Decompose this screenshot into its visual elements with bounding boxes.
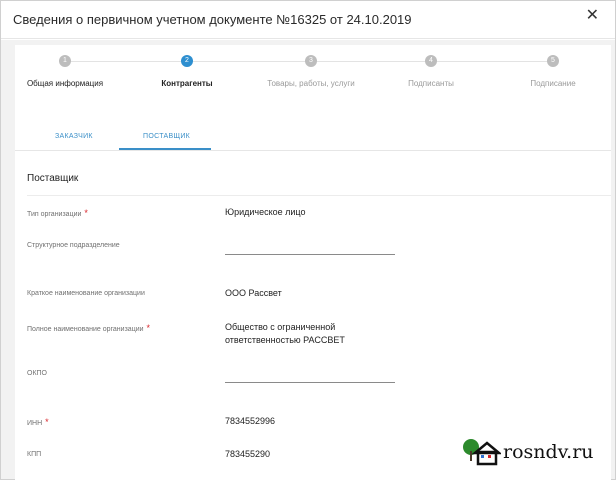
tab-supplier[interactable]: ПОСТАВЩИК: [143, 133, 190, 140]
division-label: Структурное подразделение: [27, 242, 120, 249]
required-mark: *: [84, 208, 88, 218]
full-name-value[interactable]: Общество с ограниченной ответственностью…: [225, 321, 375, 347]
kpp-label: КПП: [27, 451, 42, 458]
wizard-stepper: 1 Общая информация 2 Контрагенты 3 Товар…: [15, 45, 611, 123]
okpo-label: ОКПО: [27, 370, 47, 377]
inn-value[interactable]: 7834552996: [225, 415, 275, 428]
step-signing[interactable]: 5 Подписание: [493, 55, 613, 88]
full-name-label: Полное наименование организации *: [27, 323, 151, 333]
short-name-value[interactable]: ООО Рассвет: [225, 287, 282, 300]
required-mark: *: [45, 417, 49, 427]
step-label: Подписанты: [408, 79, 454, 88]
short-name-label: Краткое наименование организации: [27, 290, 145, 297]
step-number: 3: [305, 55, 317, 67]
supplier-form: Поставщик Тип организации * Юридическое л…: [15, 151, 611, 481]
step-counterparties[interactable]: 2 Контрагенты: [127, 55, 247, 88]
section-title: Поставщик: [27, 173, 79, 184]
org-type-value[interactable]: Юридическое лицо: [225, 206, 306, 219]
okpo-input[interactable]: [225, 369, 395, 383]
step-number: 2: [181, 55, 193, 67]
watermark-text: rosndv.ru: [503, 441, 594, 463]
kpp-value[interactable]: 783455290: [225, 448, 270, 461]
step-label: Общая информация: [26, 79, 104, 88]
dialog-header: Сведения о первичном учетном документе №…: [1, 1, 615, 39]
section-divider: [27, 195, 611, 196]
document-details-dialog: Сведения о первичном учетном документе №…: [0, 0, 616, 481]
step-general-info[interactable]: 1 Общая информация: [5, 55, 125, 88]
step-number: 1: [59, 55, 71, 67]
step-number: 4: [425, 55, 437, 67]
step-signatories[interactable]: 4 Подписанты: [371, 55, 491, 88]
rosndv-watermark: rosndv.ru: [461, 437, 611, 469]
tab-customer[interactable]: ЗАКАЗЧИК: [55, 133, 93, 140]
counterparty-tabs: ЗАКАЗЧИК ПОСТАВЩИК: [15, 123, 611, 151]
step-label: Товары, работы, услуги: [267, 79, 355, 88]
step-label: Контрагенты: [161, 79, 213, 88]
step-goods-services[interactable]: 3 Товары, работы, услуги: [251, 55, 371, 88]
dialog-title: Сведения о первичном учетном документе №…: [13, 12, 412, 27]
active-tab-indicator: [119, 148, 211, 150]
division-input[interactable]: [225, 241, 395, 255]
step-number: 5: [547, 55, 559, 67]
org-type-label: Тип организации *: [27, 208, 88, 218]
close-icon[interactable]: ✕: [586, 8, 599, 24]
inn-label: ИНН *: [27, 417, 49, 427]
step-label: Подписание: [530, 79, 576, 88]
required-mark: *: [146, 323, 151, 333]
house-tree-logo-icon: [463, 439, 503, 466]
